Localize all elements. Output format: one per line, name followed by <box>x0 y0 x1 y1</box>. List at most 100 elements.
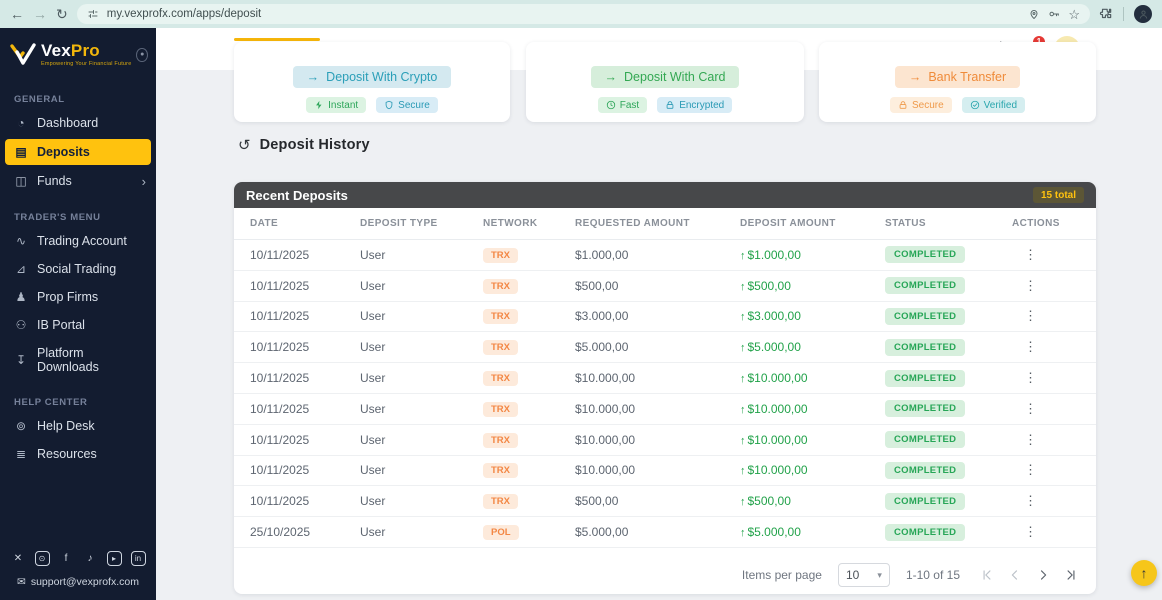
sidebar-item-label: Prop Firms <box>37 290 98 304</box>
sidebar-item-label: Funds <box>37 174 72 188</box>
support-email[interactable]: ✉ support@vexprofx.com <box>0 574 156 592</box>
sidebar: VexPro Empowering Your Financial Future … <box>0 28 156 600</box>
last-page-button[interactable] <box>1064 568 1078 582</box>
lock-icon <box>665 100 675 110</box>
status-badge: COMPLETED <box>885 493 965 510</box>
row-actions-menu-icon[interactable]: ⋮ <box>1012 278 1080 294</box>
sidebar-item-funds[interactable]: ◫Funds› <box>0 167 156 196</box>
table-footer: Items per page 10 ▾ 1-10 of 15 <box>234 556 1096 594</box>
main-content: A⇄ ☀ 1 →Deposit With CryptoInstantSecure… <box>156 28 1162 600</box>
social-links: ✕ ⊙ f ♪ ▸ in <box>0 543 156 574</box>
cell-deposit-amount: ↑$5.000,00 <box>740 525 885 539</box>
cell-requested-amount: $10.000,00 <box>575 402 740 416</box>
sidebar-item-label: Platform Downloads <box>37 346 146 374</box>
network-badge: POL <box>483 525 519 540</box>
row-actions-menu-icon[interactable]: ⋮ <box>1012 401 1080 417</box>
linkedin-icon[interactable]: in <box>131 551 146 566</box>
prev-page-button[interactable] <box>1008 568 1022 582</box>
sidebar-item-help-desk[interactable]: ⊚Help Desk <box>0 412 156 440</box>
cell-requested-amount: $10.000,00 <box>575 433 740 447</box>
section-label-help-center: HELP CENTER <box>0 389 156 412</box>
platform-downloads-icon: ↧ <box>14 353 28 367</box>
extensions-icon[interactable] <box>1099 7 1113 21</box>
bank-transfer-button[interactable]: →Bank Transfer <box>895 66 1020 88</box>
scroll-to-top-button[interactable]: ↑ <box>1131 560 1157 586</box>
next-page-button[interactable] <box>1036 568 1050 582</box>
cell-deposit-amount: ↑$500,00 <box>740 279 885 293</box>
table-row: 10/11/2025UserTRX$5.000,00↑$5.000,00COMP… <box>234 332 1096 363</box>
cell-requested-amount: $10.000,00 <box>575 463 740 477</box>
sidebar-item-dashboard[interactable]: ◔Dashboard <box>0 109 156 137</box>
url-text[interactable]: my.vexprofx.com/apps/deposit <box>107 8 1021 20</box>
reload-button[interactable]: ↻ <box>56 7 68 21</box>
tiktok-icon[interactable]: ♪ <box>83 551 98 566</box>
facebook-icon[interactable]: f <box>59 551 74 566</box>
forward-button[interactable]: → <box>33 7 47 21</box>
first-page-button[interactable] <box>980 568 994 582</box>
location-icon[interactable] <box>1028 8 1040 20</box>
page-range-label: 1-10 of 15 <box>906 568 960 582</box>
recent-deposits-card: Recent Deposits 15 total DATEDEPOSIT TYP… <box>234 182 1096 594</box>
dashboard-icon: ◔ <box>14 116 28 130</box>
row-actions-menu-icon[interactable]: ⋮ <box>1012 370 1080 386</box>
sidebar-item-social-trading[interactable]: ⊿Social Trading <box>0 255 156 283</box>
secure-badge: Secure <box>890 97 952 113</box>
table-row: 25/10/2025UserPOL$5.000,00↑$5.000,00COMP… <box>234 517 1096 548</box>
deposit-method-card-deposit-with-crypto: →Deposit With CryptoInstantSecure <box>234 42 510 122</box>
tune-icon[interactable] <box>87 8 99 20</box>
network-badge: TRX <box>483 402 518 417</box>
cell-date: 10/11/2025 <box>250 279 360 293</box>
sidebar-item-prop-firms[interactable]: ♟Prop Firms <box>0 283 156 311</box>
deposit-history-heading: ↺ Deposit History <box>238 136 370 154</box>
chevron-right-icon: › <box>142 174 146 189</box>
mail-icon: ✉ <box>17 576 26 588</box>
deposit-with-crypto-button[interactable]: →Deposit With Crypto <box>293 66 452 88</box>
sidebar-item-ib-portal[interactable]: ⚇IB Portal <box>0 311 156 339</box>
instagram-icon[interactable]: ⊙ <box>35 551 50 566</box>
network-badge: TRX <box>483 309 518 324</box>
sidebar-nav: GENERAL◔Dashboard▤Deposits◫Funds›TRADER'… <box>0 78 156 468</box>
row-actions-menu-icon[interactable]: ⋮ <box>1012 524 1080 540</box>
sidebar-collapse-button[interactable]: ● <box>136 48 148 62</box>
row-actions-menu-icon[interactable]: ⋮ <box>1012 339 1080 355</box>
column-header-actions: ACTIONS <box>1012 218 1080 229</box>
cell-deposit-type: User <box>360 279 483 293</box>
sidebar-item-label: Resources <box>37 447 97 461</box>
arrow-up-icon: ↑ <box>740 404 746 416</box>
x-icon[interactable]: ✕ <box>11 551 26 566</box>
sidebar-item-resources[interactable]: ≣Resources <box>0 440 156 468</box>
table-title: Recent Deposits <box>246 188 348 203</box>
cell-deposit-amount: ↑$10.000,00 <box>740 402 885 416</box>
cell-deposit-type: User <box>360 525 483 539</box>
youtube-icon[interactable]: ▸ <box>107 551 122 566</box>
sidebar-item-label: Help Desk <box>37 419 95 433</box>
arrow-up-icon: ↑ <box>740 250 746 262</box>
cell-deposit-type: User <box>360 248 483 262</box>
row-actions-menu-icon[interactable]: ⋮ <box>1012 432 1080 448</box>
sidebar-item-platform-downloads[interactable]: ↧ Platform Downloads <box>0 339 156 381</box>
url-bar[interactable]: my.vexprofx.com/apps/deposit ☆ <box>77 4 1090 24</box>
arrow-right-icon: → <box>307 70 320 84</box>
back-button[interactable]: ← <box>10 7 24 21</box>
key-icon[interactable] <box>1048 8 1060 20</box>
cell-date: 10/11/2025 <box>250 433 360 447</box>
page-size-select[interactable]: 10 ▾ <box>838 563 890 587</box>
sidebar-item-deposits[interactable]: ▤Deposits <box>5 139 151 165</box>
cell-deposit-amount: ↑$10.000,00 <box>740 371 885 385</box>
row-actions-menu-icon[interactable]: ⋮ <box>1012 493 1080 509</box>
sidebar-item-trading-account[interactable]: ∿Trading Account <box>0 227 156 255</box>
network-badge: TRX <box>483 494 518 509</box>
deposit-with-card-button[interactable]: →Deposit With Card <box>591 66 740 88</box>
total-count-badge: 15 total <box>1033 187 1084 203</box>
row-actions-menu-icon[interactable]: ⋮ <box>1012 247 1080 263</box>
cell-requested-amount: $10.000,00 <box>575 371 740 385</box>
row-actions-menu-icon[interactable]: ⋮ <box>1012 308 1080 324</box>
row-actions-menu-icon[interactable]: ⋮ <box>1012 462 1080 478</box>
arrow-right-icon: → <box>605 70 618 84</box>
bookmark-star-icon[interactable]: ☆ <box>1068 8 1080 21</box>
browser-profile-avatar[interactable] <box>1134 5 1152 23</box>
cell-deposit-amount: ↑$10.000,00 <box>740 433 885 447</box>
shield-icon <box>384 100 394 110</box>
social-trading-icon: ⊿ <box>14 262 28 276</box>
arrow-up-icon: ↑ <box>740 496 746 508</box>
